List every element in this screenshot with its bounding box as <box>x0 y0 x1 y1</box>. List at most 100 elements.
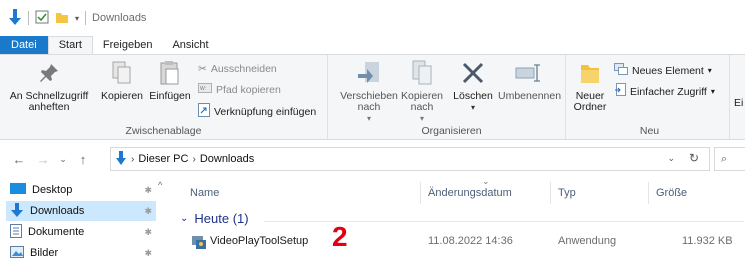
file-date: 11.08.2022 14:36 <box>428 235 513 247</box>
copy-button[interactable]: Kopieren <box>100 59 144 102</box>
down-arrow-icon <box>8 8 22 28</box>
chevron-down-icon: ⌄ <box>180 213 189 224</box>
column-separator[interactable] <box>550 182 551 204</box>
downloads-icon <box>10 202 24 220</box>
rename-icon <box>498 59 560 87</box>
breadcrumb-downloads[interactable]: Downloads <box>200 153 254 165</box>
downloads-folder-icon <box>115 150 127 168</box>
nav-item-desktop[interactable]: Desktop ✱ <box>10 180 156 200</box>
navigation-bar: ← → ⌄ ↑ › Dieser PC › Downloads ⌄ ↻ ⌕ <box>0 144 745 174</box>
new-folder-button[interactable]: Neuer Ordner <box>570 59 610 113</box>
back-arrow-icon[interactable]: ← <box>10 152 28 167</box>
pin-icon[interactable]: ✱ <box>144 206 152 217</box>
rename-button[interactable]: Umbenennen <box>498 59 561 102</box>
column-header-type[interactable]: Typ <box>558 182 576 204</box>
address-dropdown-icon[interactable]: ⌄ <box>667 153 675 164</box>
breadcrumb-chevron-icon: › <box>192 153 196 165</box>
ribbon-tabs: Datei Start Freigeben Ansicht <box>0 36 745 54</box>
forward-arrow-icon[interactable]: → <box>34 152 52 167</box>
window-title: Downloads <box>92 12 147 24</box>
tab-datei[interactable]: Datei <box>0 36 48 54</box>
pin-to-quick-access-button[interactable]: An Schnellzugriff anheften <box>2 59 96 113</box>
nav-item-pictures[interactable]: Bilder ✱ <box>10 243 156 263</box>
chevron-down-icon: ▾ <box>470 103 475 112</box>
breadcrumb-chevron-icon: › <box>131 153 135 165</box>
pictures-icon <box>10 245 24 261</box>
properties-icon[interactable] <box>35 10 49 27</box>
refresh-icon[interactable]: ↻ <box>689 151 699 165</box>
file-type: Anwendung <box>558 235 617 247</box>
column-separator[interactable] <box>648 182 649 204</box>
delete-x-icon <box>450 59 496 87</box>
clipboard-group: An Schnellzugriff anheften Kopieren Einf… <box>0 55 328 139</box>
customize-dropdown-icon[interactable]: ▾ <box>75 14 79 23</box>
file-size: 11.932 KB <box>682 235 733 247</box>
paste-button[interactable]: Einfügen <box>146 59 194 102</box>
file-name: VideoPlayToolSetup <box>210 235 309 247</box>
file-row[interactable]: VideoPlayToolSetup 2 11.08.2022 14:36 An… <box>188 221 745 252</box>
separator <box>85 11 87 25</box>
organize-group: Verschieben nach ▾ Kopieren nach ▾ Lösch… <box>338 55 566 139</box>
paste-shortcut-button[interactable]: Verknüpfung einfügen <box>198 103 316 120</box>
pin-icon <box>2 59 96 87</box>
new-item-icon <box>614 63 628 78</box>
breadcrumb-this-pc[interactable]: Dieser PC <box>138 153 188 165</box>
pin-icon[interactable]: ✱ <box>144 248 152 259</box>
search-icon: ⌕ <box>721 153 728 165</box>
folder-icon <box>570 59 610 87</box>
tab-freigeben[interactable]: Freigeben <box>93 36 163 54</box>
clipboard-group-label: Zwischenablage <box>125 125 202 137</box>
title-bar: ▾ Downloads <box>0 0 745 36</box>
path-icon: W: <box>198 83 212 96</box>
nav-item-downloads[interactable]: Downloads ✱ <box>6 201 156 221</box>
tab-ansicht[interactable]: Ansicht <box>162 36 218 54</box>
new-group-label: Neu <box>639 125 660 137</box>
new-folder-icon[interactable] <box>55 10 69 27</box>
pin-icon[interactable]: ✱ <box>144 185 152 196</box>
move-to-button[interactable]: Verschieben nach ▾ <box>338 59 400 124</box>
cut-button[interactable]: ✂ Ausschneiden <box>198 63 277 75</box>
recent-locations-icon[interactable]: ⌄ <box>54 154 72 165</box>
chevron-down-icon: ▾ <box>707 66 712 75</box>
scroll-up-icon[interactable]: ^ <box>158 180 162 190</box>
desktop-icon <box>10 182 26 198</box>
column-header-name[interactable]: Name <box>190 182 219 204</box>
copy-to-icon <box>400 59 444 87</box>
nav-item-documents[interactable]: Dokumente ✱ <box>10 222 156 242</box>
setup-app-icon <box>192 235 206 252</box>
quick-access-toolbar: ▾ <box>8 8 87 28</box>
ribbon: An Schnellzugriff anheften Kopieren Einf… <box>0 54 745 140</box>
chevron-down-icon: ▾ <box>710 87 715 96</box>
address-bar[interactable]: › Dieser PC › Downloads ⌄ ↻ <box>110 147 710 171</box>
search-input[interactable]: ⌕ <box>714 147 745 171</box>
sort-indicator-icon: ⌄ <box>482 176 490 186</box>
column-header-date[interactable]: Änderungsdatum <box>428 182 512 204</box>
documents-icon <box>10 223 22 241</box>
paste-icon <box>146 59 194 87</box>
navigation-pane: Desktop ✱ Downloads ✱ Dokumente ✱ Bilder… <box>0 178 160 263</box>
group-header-today[interactable]: ⌄ Heute (1) <box>180 211 249 226</box>
move-to-icon <box>338 59 400 87</box>
column-header-size[interactable]: Größe <box>656 182 687 204</box>
copy-icon <box>100 59 144 87</box>
separator <box>28 11 29 25</box>
pin-icon[interactable]: ✱ <box>144 227 152 238</box>
scissors-icon: ✂ <box>198 63 207 75</box>
annotation-number: 2 <box>332 221 348 252</box>
shortcut-icon <box>198 103 210 120</box>
file-list: Name Änderungsdatum ⌄ Typ Größe ⌄ Heute … <box>172 176 745 263</box>
chevron-down-icon: ▾ <box>419 114 424 123</box>
new-item-button[interactable]: Neues Element ▾ <box>614 63 712 78</box>
organize-group-label: Organisieren <box>421 125 482 137</box>
up-arrow-icon[interactable]: ↑ <box>74 152 92 167</box>
tab-start[interactable]: Start <box>47 36 93 54</box>
truncated-ribbon-label: Ei <box>734 97 744 109</box>
svg-text:W:: W: <box>200 86 206 92</box>
copy-path-button[interactable]: W: Pfad kopieren <box>198 83 281 96</box>
copy-to-button[interactable]: Kopieren nach ▾ <box>400 59 444 124</box>
delete-button[interactable]: Löschen ▾ <box>450 59 496 113</box>
easy-access-icon <box>614 83 626 100</box>
column-separator[interactable] <box>420 182 421 204</box>
easy-access-button[interactable]: Einfacher Zugriff ▾ <box>614 83 715 100</box>
new-group: Neuer Ordner Neues Element ▾ Einfacher Z… <box>570 55 730 139</box>
